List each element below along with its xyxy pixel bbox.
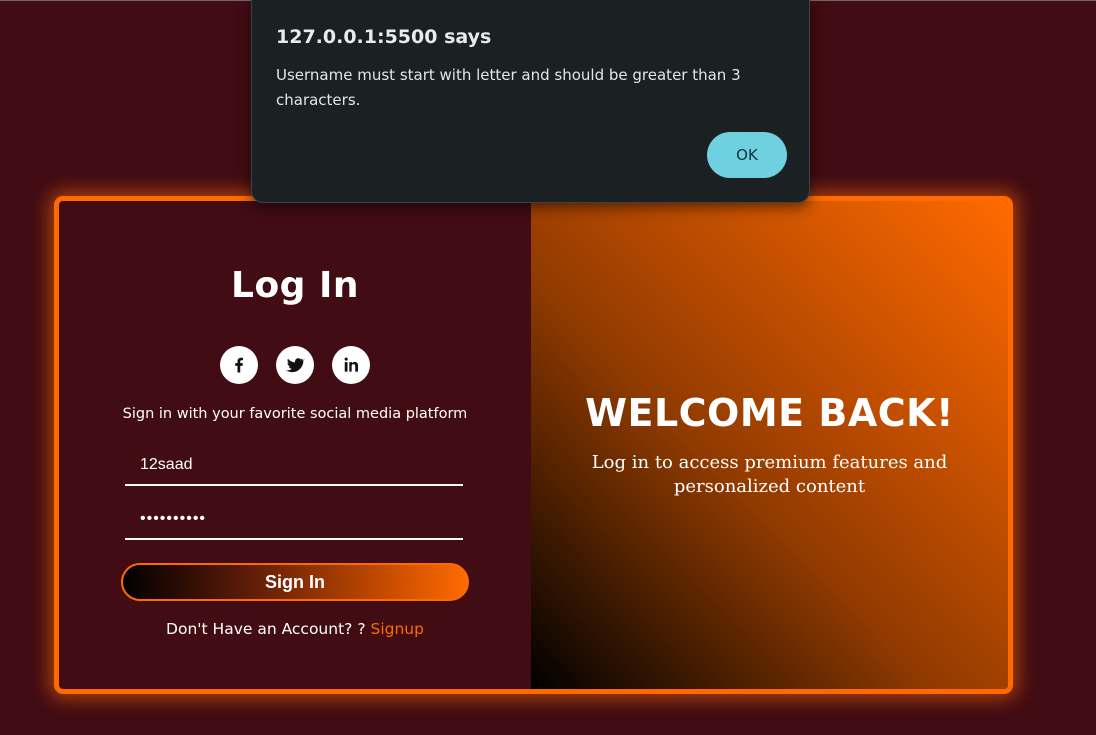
login-title: Log In bbox=[231, 265, 359, 306]
dialog-title: 127.0.0.1:5500 says bbox=[276, 26, 492, 48]
linkedin-button[interactable] bbox=[332, 346, 370, 384]
facebook-icon bbox=[235, 357, 243, 373]
twitter-icon bbox=[285, 358, 305, 373]
signup-prompt-text: Don't Have an Account? ? bbox=[166, 620, 366, 638]
social-signin-text: Sign in with your favorite social media … bbox=[122, 406, 468, 422]
alert-dialog: 127.0.0.1:5500 says Username must start … bbox=[251, 0, 810, 203]
ok-button[interactable]: OK bbox=[707, 132, 787, 178]
twitter-button[interactable] bbox=[276, 346, 314, 384]
signup-link[interactable]: Signup bbox=[370, 620, 423, 638]
welcome-panel: WELCOME BACK! Log in to access premium f… bbox=[531, 201, 1008, 689]
login-card: Log In Sign in with your favorite social… bbox=[54, 196, 1013, 694]
login-form-panel: Log In Sign in with your favorite social… bbox=[59, 201, 531, 689]
signup-prompt: Don't Have an Account? ? Signup bbox=[59, 620, 531, 638]
username-field-wrapper bbox=[125, 446, 463, 486]
password-input[interactable] bbox=[125, 500, 463, 538]
dialog-message: Username must start with letter and shou… bbox=[276, 66, 741, 109]
username-input[interactable] bbox=[125, 446, 463, 484]
welcome-subtitle: Log in to access premium features and pe… bbox=[591, 452, 948, 497]
password-field-wrapper bbox=[125, 500, 463, 540]
sign-in-button[interactable]: Sign In bbox=[121, 563, 469, 601]
welcome-title: WELCOME BACK! bbox=[585, 391, 954, 435]
social-buttons bbox=[59, 346, 531, 384]
facebook-button[interactable] bbox=[220, 346, 258, 384]
linkedin-icon bbox=[344, 357, 358, 372]
